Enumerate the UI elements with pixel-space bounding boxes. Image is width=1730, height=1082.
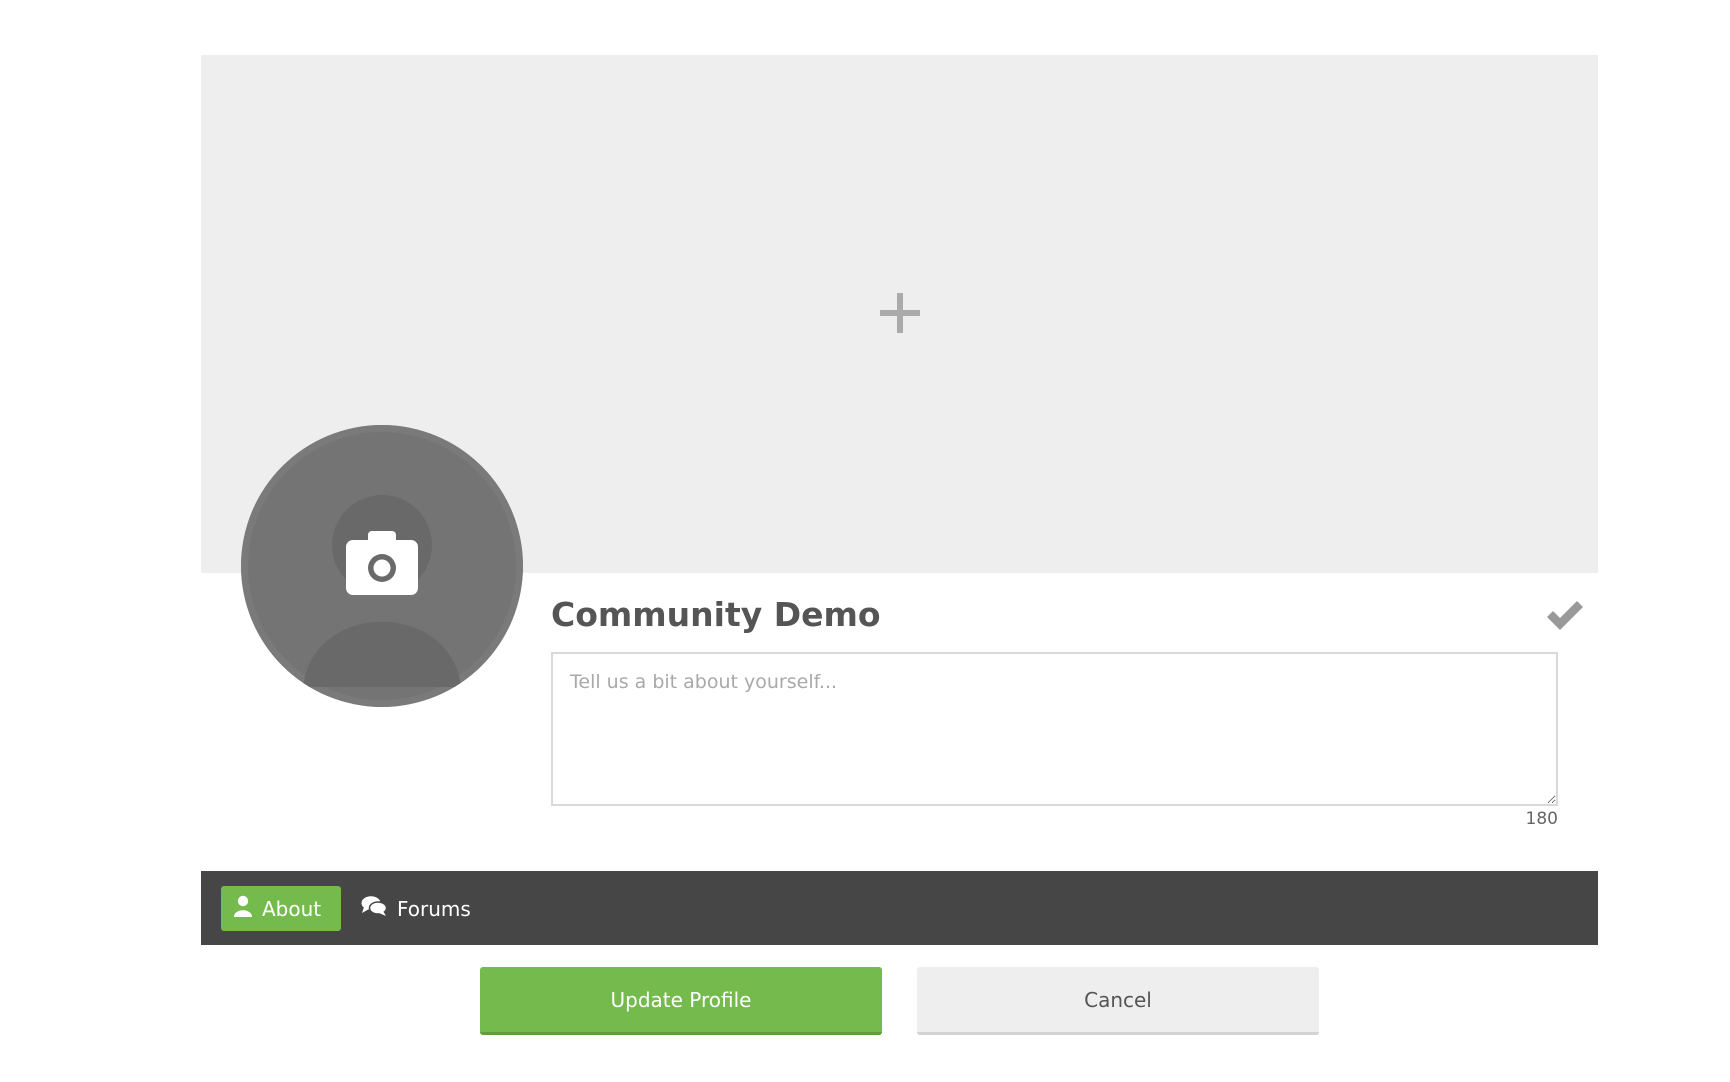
user-icon xyxy=(234,895,252,922)
check-icon[interactable] xyxy=(1545,599,1585,633)
update-profile-button[interactable]: Update Profile xyxy=(480,967,882,1035)
plus-icon[interactable] xyxy=(877,290,923,336)
camera-icon[interactable] xyxy=(346,531,418,595)
comments-icon xyxy=(361,895,388,922)
tab-forums[interactable]: Forums xyxy=(361,886,471,931)
profile-nav: About Forums xyxy=(201,871,1598,945)
profile-header: Community Demo xyxy=(551,595,1591,645)
display-name: Community Demo xyxy=(551,595,881,634)
tab-label: Forums xyxy=(397,896,471,921)
cancel-button[interactable]: Cancel xyxy=(917,967,1319,1035)
about-textarea[interactable] xyxy=(551,652,1558,806)
char-counter: 180 xyxy=(1525,809,1558,829)
profile-editor: Community Demo 180 About xyxy=(201,55,1598,1035)
avatar[interactable] xyxy=(241,425,523,707)
tab-label: About xyxy=(262,896,322,921)
tab-about[interactable]: About xyxy=(221,886,341,931)
